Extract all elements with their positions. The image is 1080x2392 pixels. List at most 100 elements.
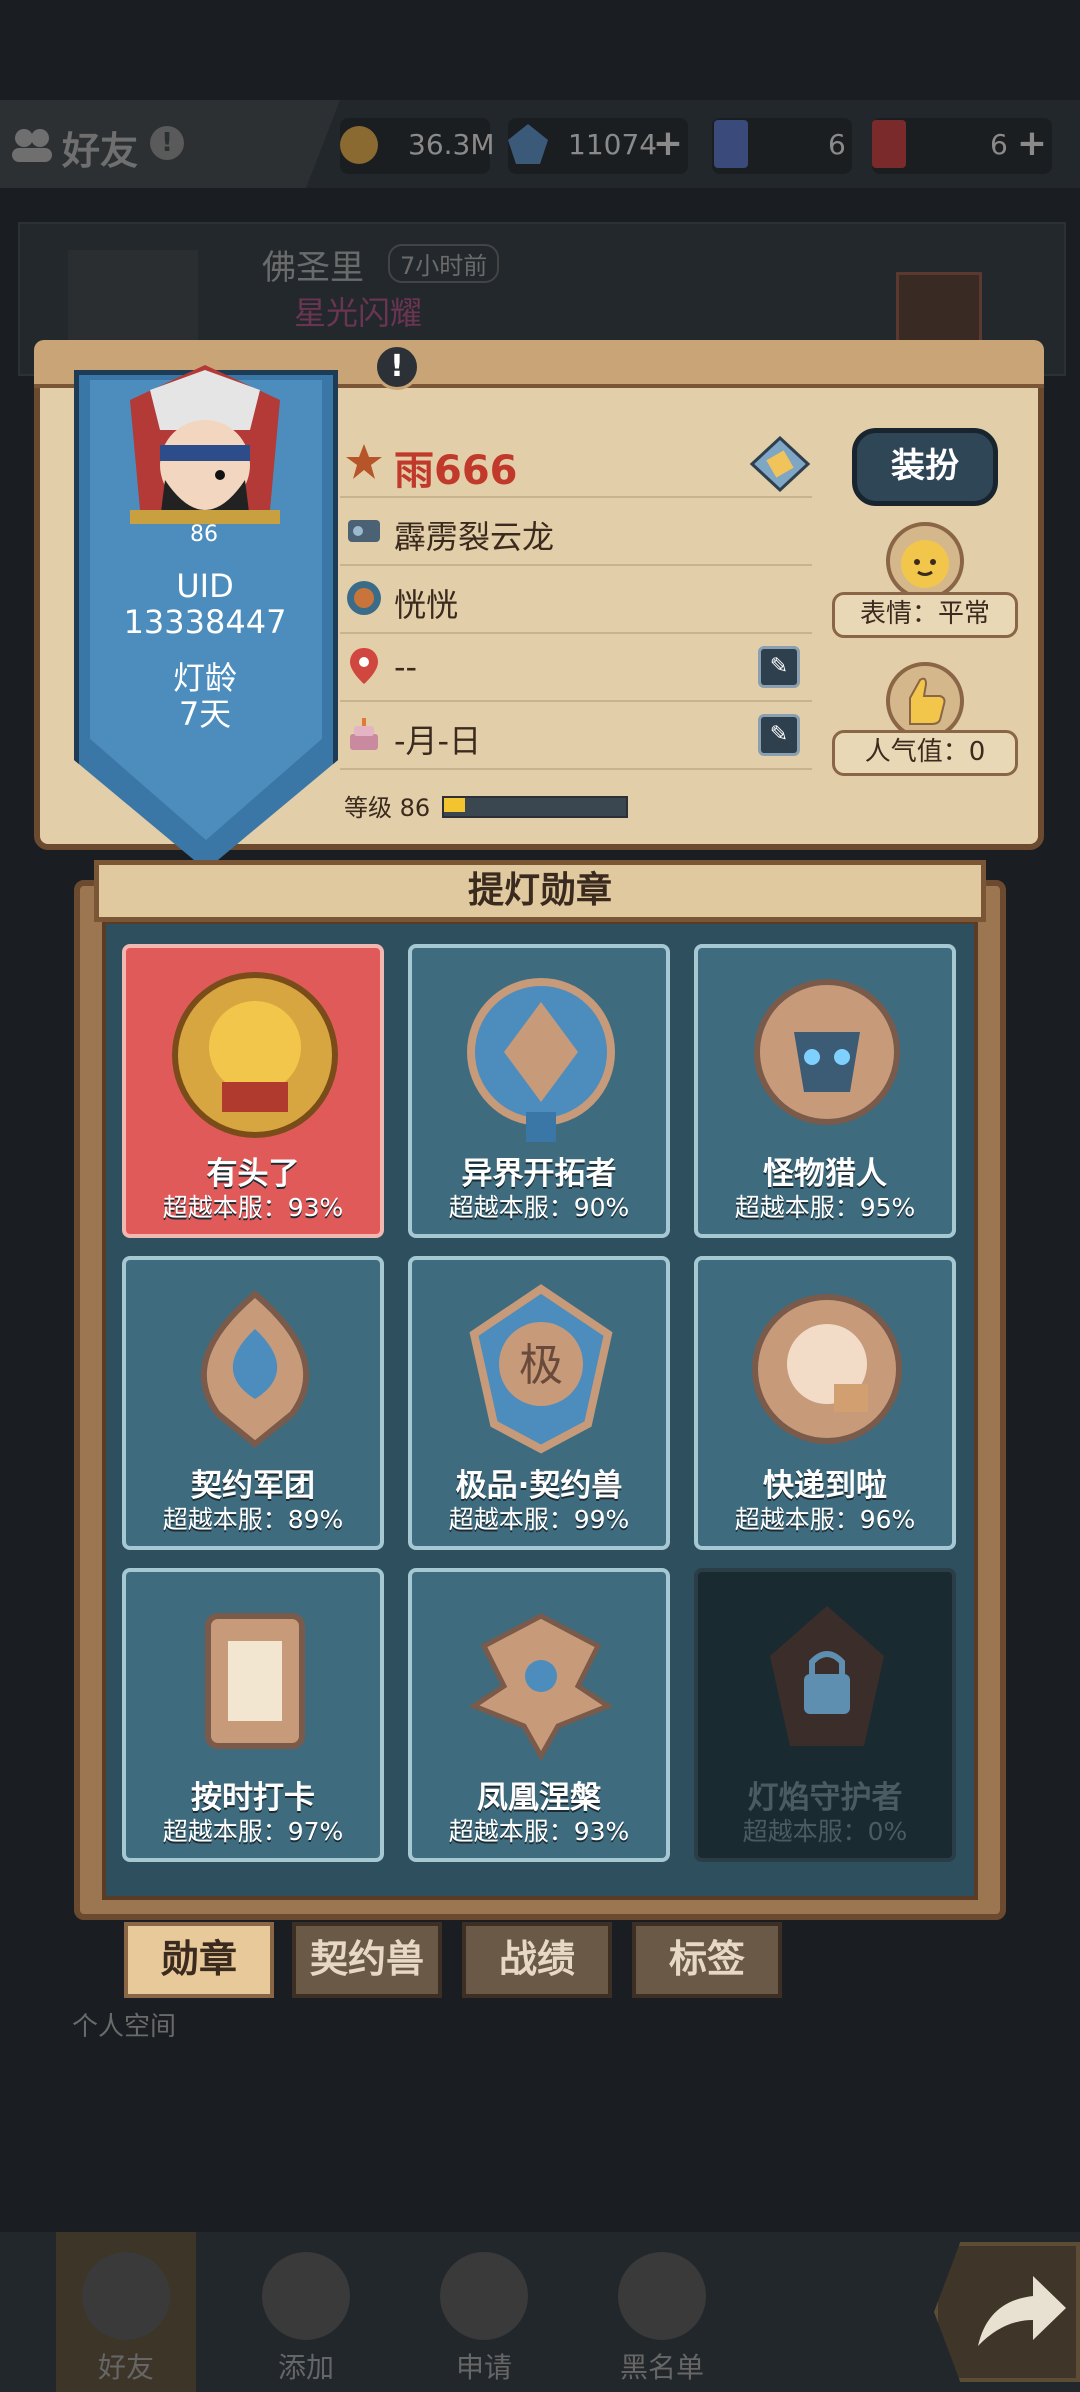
red-card-icon: [872, 120, 906, 168]
add-gem-button[interactable]: +: [650, 126, 686, 162]
medal-rank: 超越本服：89%: [162, 1505, 344, 1534]
age-label: 灯龄: [172, 659, 237, 697]
add-card-button[interactable]: +: [1014, 126, 1050, 162]
guild-name: 恍恍: [394, 586, 459, 624]
medal-rank: 超越本服：99%: [448, 1505, 630, 1534]
medal-card[interactable]: 异界开拓者 超越本服：90%: [408, 944, 670, 1238]
check-in-scroll-medal-icon: [205, 1613, 305, 1749]
medal-name: 异界开拓者: [461, 1156, 617, 1192]
blacklist-icon: [618, 2252, 706, 2340]
name-row: 雨666: [340, 430, 812, 498]
blue-card-counter: 6: [712, 118, 852, 174]
nav-requests[interactable]: 申请: [414, 2232, 554, 2392]
svg-text:极: 极: [519, 1340, 563, 1391]
tab-tags[interactable]: 标签: [632, 1922, 782, 1998]
handshake-icon: [440, 2252, 528, 2340]
level-progress-bar: [442, 796, 628, 818]
tab-records[interactable]: 战绩: [462, 1922, 612, 1998]
pet-row: 霹雳裂云龙: [340, 498, 812, 566]
medal-name: 契约军团: [191, 1468, 315, 1504]
coin-icon: [340, 126, 378, 164]
dress-up-button[interactable]: 装扮: [852, 428, 998, 506]
extreme-pet-medal-icon: 极: [469, 1284, 613, 1454]
pet-name: 霹雳裂云龙: [394, 518, 555, 556]
gem-value: 11074: [568, 128, 658, 161]
medal-card[interactable]: 怪物猎人 超越本服：95%: [694, 944, 956, 1238]
phoenix-medal-icon: [468, 1613, 614, 1762]
medal-card[interactable]: 按时打卡 超越本服：97%: [122, 1568, 384, 1862]
location-value: --: [394, 648, 418, 686]
nav-friends-label: 好友: [97, 2351, 154, 2384]
gem-icon: [508, 124, 548, 164]
red-card-counter: 6 +: [872, 118, 1052, 174]
medal-card[interactable]: 快递到啦 超越本服：96%: [694, 1256, 956, 1550]
medal-card[interactable]: 凤凰涅槃 超越本服：93%: [408, 1568, 670, 1862]
star-rank-icon: [346, 444, 382, 479]
coin-counter: 36.3M: [340, 118, 495, 174]
coin-value: 36.3M: [408, 128, 495, 161]
medal-rank: 超越本服：97%: [162, 1817, 344, 1846]
medal-name: 凤凰涅槃: [477, 1780, 601, 1816]
medal-name: 极品·契约兽: [455, 1468, 623, 1504]
medal-name: 灯焰守护者: [747, 1780, 903, 1816]
locked-medal-icon: [770, 1606, 884, 1746]
nav-add[interactable]: 添加: [236, 2232, 376, 2392]
avatar-level: 86: [190, 522, 218, 547]
gem-counter: 11074 +: [508, 118, 688, 174]
medal-rank: 超越本服：93%: [448, 1817, 630, 1846]
uid-label: UID: [176, 567, 234, 605]
popularity-label[interactable]: 人气值：0: [832, 730, 1018, 776]
share-arrow-icon: [978, 2276, 1066, 2346]
report-alert-icon[interactable]: !: [374, 344, 420, 390]
medal-card[interactable]: 灯焰守护者 超越本服：0%: [694, 1568, 956, 1862]
friend-time: 7小时前: [388, 244, 500, 283]
friends-header: 好友 !: [0, 100, 340, 188]
medal-card[interactable]: 有头了 超越本服：93%: [122, 944, 384, 1238]
nav-friends[interactable]: 好友: [56, 2232, 196, 2392]
delivery-girl-medal-icon: [752, 1294, 902, 1444]
guild-row: 恍恍: [340, 566, 812, 634]
nav-requests-label: 申请: [455, 2351, 512, 2384]
share-button[interactable]: [934, 2242, 1080, 2382]
friend-menu-icon[interactable]: [896, 272, 982, 348]
medal-card[interactable]: 极 极品·契约兽 超越本服：99%: [408, 1256, 670, 1550]
uid-block: UID 13338447: [100, 568, 310, 640]
emote-icon[interactable]: [886, 522, 964, 600]
medal-grid: 有头了 超越本服：93% 异界开拓者 超越本服：90% 怪物猎人 超越本服：95…: [102, 924, 978, 1872]
emote-label[interactable]: 表情：平常: [832, 592, 1018, 638]
edit-location-button[interactable]: ✎: [758, 646, 800, 688]
tab-medals[interactable]: 勋章: [124, 1922, 274, 1998]
friend-title: 星光闪耀: [294, 294, 423, 332]
uid-value: 13338447: [123, 603, 287, 641]
age-block: 灯龄 7天: [100, 660, 310, 732]
personal-space-link[interactable]: 个人空间: [72, 2006, 176, 2043]
rename-icon[interactable]: [750, 436, 810, 492]
pet-icon: [348, 520, 380, 542]
friends-nav-icon: [82, 2252, 170, 2340]
birthday-value: -月-日: [394, 722, 482, 760]
location-row: -- ✎: [340, 634, 812, 702]
nav-blacklist-label: 黑名单: [619, 2351, 704, 2384]
red-card-value: 6: [990, 128, 1008, 161]
thumbs-up-icon[interactable]: [886, 662, 964, 740]
guild-icon: [347, 581, 381, 615]
blue-card-value: 6: [828, 128, 846, 161]
edit-birthday-button[interactable]: ✎: [758, 714, 800, 756]
birthday-row: -月-日 ✎: [340, 702, 812, 770]
blue-card-icon: [714, 120, 748, 168]
nav-blacklist[interactable]: 黑名单: [592, 2232, 732, 2392]
age-value: 7天: [178, 695, 232, 733]
friend-name: 佛圣里: [262, 248, 364, 288]
medal-title: 提灯勋章: [94, 860, 986, 922]
friends-title: 好友: [62, 129, 139, 173]
medal-rank: 超越本服：96%: [734, 1505, 916, 1534]
nav-add-label: 添加: [277, 2351, 334, 2384]
player-name: 雨666: [394, 448, 518, 494]
medal-rank: 超越本服：93%: [162, 1193, 344, 1222]
level-progress-fill: [444, 798, 465, 812]
medal-name: 怪物猎人: [763, 1156, 887, 1192]
tab-pets[interactable]: 契约兽: [292, 1922, 442, 1998]
medal-card[interactable]: 契约军团 超越本服：89%: [122, 1256, 384, 1550]
spade-shield-medal-icon: [200, 1290, 310, 1448]
info-icon[interactable]: !: [150, 126, 184, 160]
